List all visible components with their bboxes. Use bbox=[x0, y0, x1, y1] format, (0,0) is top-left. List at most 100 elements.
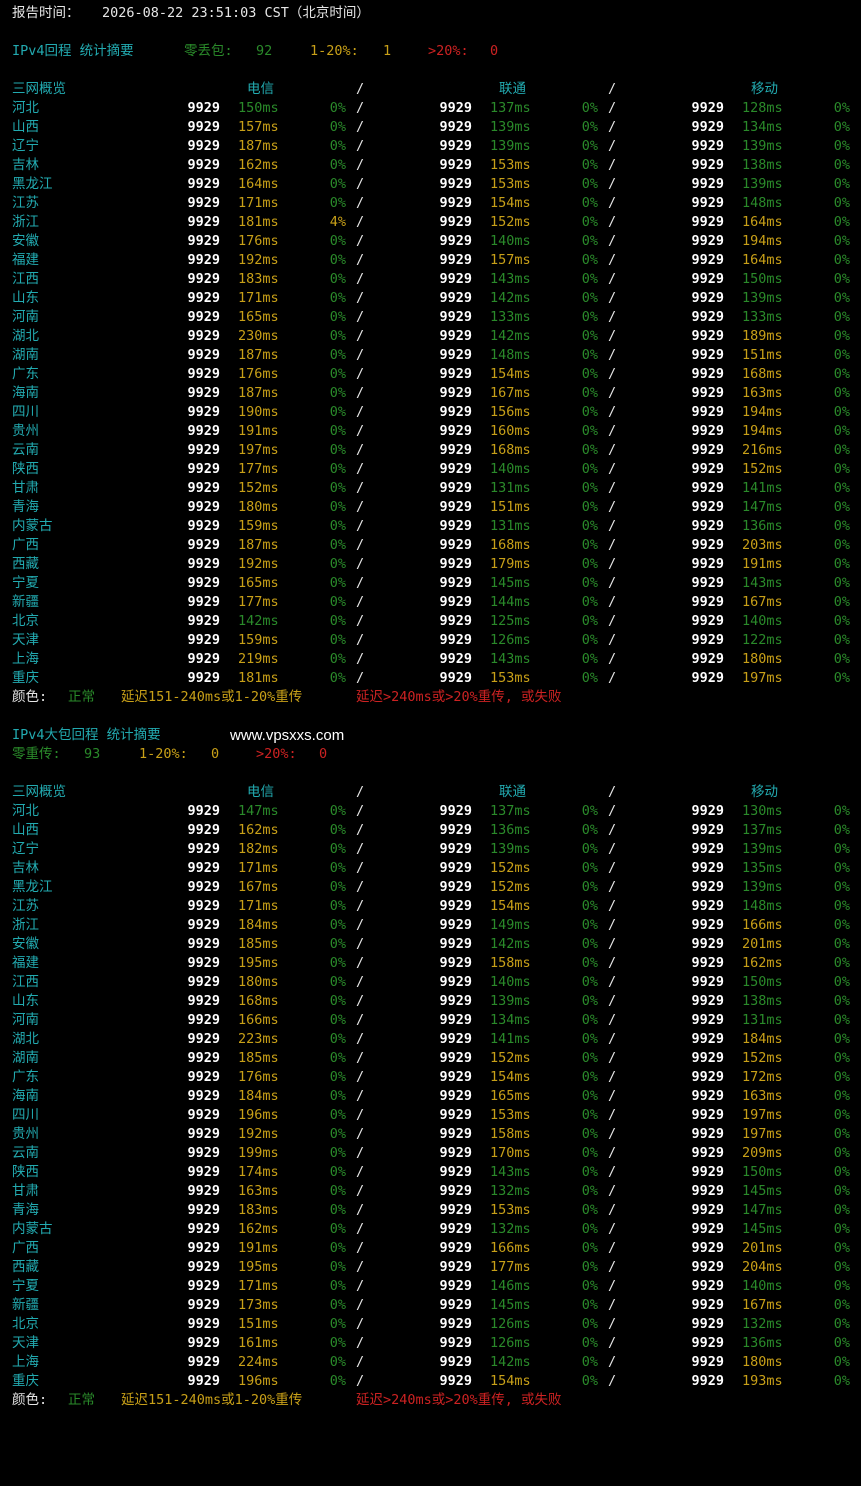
loss-value: 0% bbox=[329, 1354, 346, 1370]
asn-value: 9929 bbox=[439, 575, 472, 591]
loss-value: 0% bbox=[581, 1297, 598, 1313]
province-name: 北京 bbox=[12, 1316, 39, 1332]
latency-value: 165ms bbox=[238, 309, 279, 325]
loss-value: 0% bbox=[329, 328, 346, 344]
separator: / bbox=[608, 1183, 617, 1199]
asn-value: 9929 bbox=[439, 1126, 472, 1142]
latency-value: 192ms bbox=[238, 556, 279, 572]
asn-value: 9929 bbox=[691, 1202, 724, 1218]
loss-value: 0% bbox=[329, 1278, 346, 1294]
latency-value: 150ms bbox=[742, 271, 783, 287]
legend-label: 颜色: bbox=[12, 689, 48, 705]
loss-value: 0% bbox=[833, 214, 850, 230]
loss-value: 0% bbox=[833, 1221, 850, 1237]
loss-value: 0% bbox=[581, 1107, 598, 1123]
table-row: 海南 9929 184ms 0% / 9929 165ms 0% / 9929 163ms 0% bbox=[0, 1087, 861, 1106]
latency-value: 187ms bbox=[238, 537, 279, 553]
latency-value: 135ms bbox=[742, 860, 783, 876]
table-row: 甘肃 9929 152ms 0% / 9929 131ms 0% / 9929 141ms 0% bbox=[0, 479, 861, 498]
latency-value: 152ms bbox=[742, 1050, 783, 1066]
province-name: 浙江 bbox=[12, 917, 39, 933]
latency-value: 138ms bbox=[742, 993, 783, 1009]
loss-value: 0% bbox=[581, 1240, 598, 1256]
loss-value: 0% bbox=[581, 594, 598, 610]
asn-value: 9929 bbox=[691, 1031, 724, 1047]
asn-value: 9929 bbox=[691, 347, 724, 363]
latency-value: 141ms bbox=[742, 480, 783, 496]
asn-value: 9929 bbox=[187, 1373, 220, 1389]
latency-value: 168ms bbox=[490, 537, 531, 553]
separator: / bbox=[608, 1240, 617, 1256]
table-row: 西藏 9929 195ms 0% / 9929 177ms 0% / 9929 204ms 0% bbox=[0, 1258, 861, 1277]
latency-value: 159ms bbox=[238, 518, 279, 534]
loss-value: 0% bbox=[329, 632, 346, 648]
section2-header-carrier: 电信 bbox=[247, 784, 274, 800]
asn-value: 9929 bbox=[187, 442, 220, 458]
loss-value: 0% bbox=[581, 1088, 598, 1104]
separator: / bbox=[608, 1259, 617, 1275]
table-row: 广西 9929 187ms 0% / 9929 168ms 0% / 9929 203ms 0% bbox=[0, 536, 861, 555]
latency-value: 194ms bbox=[742, 233, 783, 249]
latency-value: 184ms bbox=[238, 917, 279, 933]
loss-value: 0% bbox=[833, 195, 850, 211]
table-row: 陕西 9929 177ms 0% / 9929 140ms 0% / 9929 152ms 0% bbox=[0, 460, 861, 479]
separator: / bbox=[608, 651, 617, 667]
legend-line-1: 颜色: 正常 延迟151-240ms或1-20%重传 延迟>240ms或>20%… bbox=[0, 688, 861, 707]
latency-value: 140ms bbox=[490, 461, 531, 477]
loss-value: 0% bbox=[329, 100, 346, 116]
loss-value: 0% bbox=[581, 461, 598, 477]
province-name: 江西 bbox=[12, 974, 39, 990]
loss-value: 0% bbox=[329, 1088, 346, 1104]
province-name: 海南 bbox=[12, 1088, 39, 1104]
loss-value: 0% bbox=[581, 1012, 598, 1028]
report-time-label: 报告时间： bbox=[12, 5, 80, 21]
asn-value: 9929 bbox=[439, 1050, 472, 1066]
separator: / bbox=[356, 233, 365, 249]
separator: / bbox=[356, 176, 365, 192]
section2-header-separator: / bbox=[356, 784, 365, 800]
separator: / bbox=[356, 1012, 365, 1028]
asn-value: 9929 bbox=[187, 1259, 220, 1275]
separator: / bbox=[356, 157, 365, 173]
loss-value: 0% bbox=[329, 575, 346, 591]
asn-value: 9929 bbox=[439, 442, 472, 458]
loss-value: 0% bbox=[329, 917, 346, 933]
separator: / bbox=[608, 632, 617, 648]
table-row: 辽宁 9929 182ms 0% / 9929 139ms 0% / 9929 139ms 0% bbox=[0, 840, 861, 859]
latency-value: 203ms bbox=[742, 537, 783, 553]
loss-value: 0% bbox=[833, 385, 850, 401]
asn-value: 9929 bbox=[439, 1316, 472, 1332]
latency-value: 136ms bbox=[742, 518, 783, 534]
latency-value: 163ms bbox=[742, 385, 783, 401]
loss-value: 0% bbox=[329, 1107, 346, 1123]
latency-value: 157ms bbox=[490, 252, 531, 268]
separator: / bbox=[356, 423, 365, 439]
section1-high-loss-value: 0 bbox=[490, 43, 499, 59]
loss-value: 0% bbox=[833, 309, 850, 325]
loss-value: 0% bbox=[581, 1145, 598, 1161]
latency-value: 137ms bbox=[490, 100, 531, 116]
latency-value: 177ms bbox=[238, 594, 279, 610]
table-row: 河北 9929 147ms 0% / 9929 137ms 0% / 9929 130ms 0% bbox=[0, 802, 861, 821]
asn-value: 9929 bbox=[439, 822, 472, 838]
asn-value: 9929 bbox=[691, 1050, 724, 1066]
latency-value: 132ms bbox=[490, 1221, 531, 1237]
loss-value: 0% bbox=[581, 898, 598, 914]
section2-mid-retrans-label: 1-20%: bbox=[139, 746, 188, 762]
province-name: 青海 bbox=[12, 1202, 39, 1218]
asn-value: 9929 bbox=[187, 1297, 220, 1313]
separator: / bbox=[356, 993, 365, 1009]
latency-value: 167ms bbox=[742, 1297, 783, 1313]
latency-value: 177ms bbox=[238, 461, 279, 477]
separator: / bbox=[608, 157, 617, 173]
loss-value: 0% bbox=[329, 841, 346, 857]
loss-value: 0% bbox=[581, 1164, 598, 1180]
separator: / bbox=[608, 1107, 617, 1123]
latency-value: 122ms bbox=[742, 632, 783, 648]
latency-value: 139ms bbox=[742, 138, 783, 154]
loss-value: 0% bbox=[833, 803, 850, 819]
latency-value: 162ms bbox=[238, 822, 279, 838]
loss-value: 0% bbox=[329, 195, 346, 211]
asn-value: 9929 bbox=[187, 100, 220, 116]
latency-value: 166ms bbox=[742, 917, 783, 933]
